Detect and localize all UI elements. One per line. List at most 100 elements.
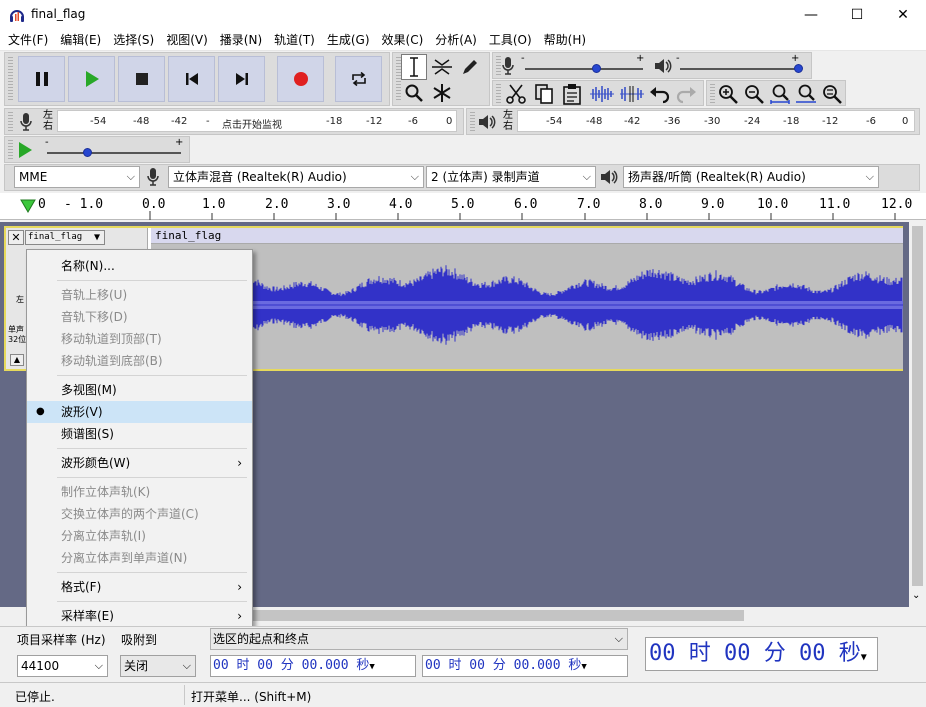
ctx-menu-item-name[interactable]: 名称(N)...	[27, 255, 252, 277]
project-rate-combo[interactable]: 44100 ⌵	[17, 655, 108, 677]
fit-selection-icon[interactable]	[769, 83, 791, 105]
toolbar-grip[interactable]	[470, 112, 475, 132]
envelope-tool[interactable]	[429, 54, 455, 80]
toolbar-grip[interactable]	[8, 57, 13, 101]
track-collapse-button[interactable]: ▲	[10, 354, 24, 366]
ctx-menu-item-wave-color[interactable]: 波形颜色(W) ›	[27, 452, 252, 474]
menu-analyze[interactable]: 分析(A)	[429, 30, 483, 51]
menu-tracks[interactable]: 轨道(T)	[268, 30, 321, 51]
paste-icon[interactable]	[561, 83, 583, 105]
selection-mode-value: 选区的起点和终点	[213, 632, 310, 646]
zoom-out-icon[interactable]	[743, 83, 765, 105]
ctx-menu-item-format[interactable]: 格式(F) ›	[27, 576, 252, 598]
record-meter-microphone-icon[interactable]	[19, 112, 33, 132]
ctx-menu-label: 移动轨道到顶部(T)	[61, 332, 162, 346]
copy-icon[interactable]	[533, 83, 555, 105]
timeline-ruler[interactable]: 0 - 1.0 0.0 1.0 2.0 3.0 4.0 5.0 6.0 7.0 …	[0, 193, 926, 220]
fit-project-icon[interactable]	[795, 83, 817, 105]
play-volume-slider[interactable]	[680, 68, 798, 70]
pause-button[interactable]	[18, 56, 65, 102]
menu-help[interactable]: 帮助(H)	[538, 30, 592, 51]
undo-icon[interactable]	[649, 84, 671, 104]
skip-to-end-button[interactable]	[218, 56, 265, 102]
menu-view[interactable]: 视图(V)	[160, 30, 214, 51]
multi-tool[interactable]	[429, 80, 455, 106]
play-speed-thumb[interactable]	[83, 148, 93, 157]
record-volume-slider[interactable]	[525, 68, 643, 70]
menu-transport[interactable]: 播录(N)	[214, 30, 268, 51]
waveform	[151, 265, 903, 345]
record-volume-thumb[interactable]	[591, 64, 601, 73]
status-divider	[184, 685, 185, 705]
selection-start-time[interactable]: 00 时 00 分 00.000 秒▼	[210, 655, 416, 677]
play-at-speed-icon[interactable]	[17, 141, 33, 159]
vertical-scrollbar[interactable]: ⌄	[909, 222, 926, 607]
selection-mode-select[interactable]: 选区的起点和终点 ⌵	[210, 628, 628, 650]
play-meter-tick: -12	[822, 116, 839, 127]
scroll-down-icon[interactable]: ⌄	[912, 590, 920, 601]
record-button[interactable]	[277, 56, 324, 102]
minimize-button[interactable]: —	[788, 0, 834, 30]
zoom-in-icon[interactable]	[717, 83, 739, 105]
track-name-menu-button[interactable]: final_flag ▼	[25, 230, 105, 245]
silence-audio-icon[interactable]	[619, 83, 645, 105]
audio-position-time[interactable]: 00 时 00 分 00 秒▼	[645, 637, 878, 671]
ctx-menu-item-multi-view[interactable]: 多视图(M)	[27, 379, 252, 401]
toolbar-grip[interactable]	[8, 112, 13, 132]
play-icon	[85, 71, 99, 87]
audio-host-value: MME	[19, 170, 48, 184]
play-button[interactable]	[68, 56, 115, 102]
ctx-menu-label: 波形(V)	[61, 405, 103, 419]
zoom-tool[interactable]	[401, 80, 427, 106]
menu-edit[interactable]: 编辑(E)	[54, 30, 107, 51]
close-button[interactable]: ✕	[880, 0, 926, 30]
play-speed-slider[interactable]	[47, 152, 181, 154]
play-meter-speaker-icon[interactable]	[477, 113, 497, 131]
skip-end-icon	[235, 73, 248, 85]
menu-generate[interactable]: 生成(G)	[321, 30, 376, 51]
recording-device-value: 立体声混音 (Realtek(R) Audio)	[173, 170, 347, 184]
vertical-scrollbar-thumb[interactable]	[912, 226, 923, 586]
audio-host-select[interactable]: MME ⌵	[14, 166, 140, 188]
playback-device-select[interactable]: 扬声器/听筒 (Realtek(R) Audio) ⌵	[623, 166, 879, 188]
ctx-menu-item-waveform[interactable]: ● 波形(V)	[27, 401, 252, 423]
record-volume-max: +	[636, 53, 645, 64]
skip-to-start-button[interactable]	[168, 56, 215, 102]
cut-icon[interactable]	[505, 83, 527, 105]
maximize-button[interactable]: ☐	[834, 0, 880, 30]
ctx-menu-item-spectrogram[interactable]: 频谱图(S)	[27, 423, 252, 445]
clip-title-bar[interactable]: final_flag	[151, 228, 903, 244]
play-meter-tick: -24	[744, 116, 761, 127]
menu-tools[interactable]: 工具(O)	[483, 30, 538, 51]
toolbar-grip[interactable]	[8, 140, 13, 160]
ctx-menu-label: 多视图(M)	[61, 383, 117, 397]
menu-effect[interactable]: 效果(C)	[376, 30, 430, 51]
snap-to-select[interactable]: 关闭 ⌵	[120, 655, 196, 677]
toolbar-grip[interactable]	[710, 84, 715, 103]
play-meter-tick: -42	[624, 116, 641, 127]
stop-button[interactable]	[118, 56, 165, 102]
record-meter[interactable]: -54 -48 -42 - 点击开始监视 -18 -12 -6 0	[57, 110, 457, 132]
recording-channels-select[interactable]: 2 (立体声) 录制声道 ⌵	[426, 166, 596, 188]
selection-end-time[interactable]: 00 时 00 分 00.000 秒▼	[422, 655, 628, 677]
record-meter-tick: -42	[171, 116, 188, 127]
toolbar-grip[interactable]	[496, 84, 501, 103]
redo-icon[interactable]	[675, 84, 697, 104]
play-meter[interactable]: -54 -48 -42 -36 -30 -24 -18 -12 -6 0	[517, 110, 915, 132]
waveform-area[interactable]	[151, 244, 903, 369]
menu-file[interactable]: 文件(F)	[2, 30, 54, 51]
ctx-menu-label: 分离立体声轨(I)	[61, 529, 146, 543]
trim-audio-icon[interactable]	[589, 83, 615, 105]
zoom-toggle-icon[interactable]	[821, 83, 843, 105]
track-close-button[interactable]: ✕	[8, 230, 24, 245]
play-meter-tick: -54	[546, 116, 563, 127]
play-volume-thumb[interactable]	[794, 64, 803, 73]
selection-tool[interactable]	[401, 54, 427, 80]
project-rate-value: 44100	[21, 659, 60, 673]
draw-tool[interactable]	[457, 54, 483, 80]
recording-device-select[interactable]: 立体声混音 (Realtek(R) Audio) ⌵	[168, 166, 424, 188]
ctx-menu-item-sample-rate[interactable]: 采样率(E) ›	[27, 605, 252, 627]
loop-button[interactable]	[335, 56, 382, 102]
menu-select[interactable]: 选择(S)	[107, 30, 160, 51]
envelope-icon	[432, 59, 452, 75]
